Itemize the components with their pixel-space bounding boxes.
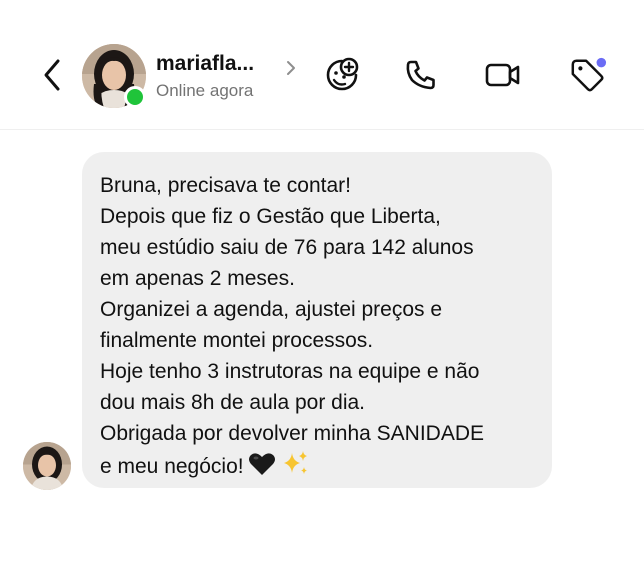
message-line: dou mais 8h de aula por dia. xyxy=(100,391,366,414)
message-line: Obrigada por devolver minha SANIDADE xyxy=(100,422,485,445)
message-line: e meu negócio! xyxy=(100,455,244,478)
chat-header: mariafla... Online agora xyxy=(0,0,644,130)
message-line: Organizei a agenda, ajustei preços e xyxy=(100,298,443,321)
tag-icon xyxy=(571,57,607,92)
message-line: meu estúdio saiu de 76 para 142 alunos xyxy=(100,236,474,259)
back-chevron-icon xyxy=(44,59,60,91)
sparkles-icon xyxy=(283,451,307,474)
video-icon xyxy=(485,63,520,87)
message-line: em apenas 2 meses. xyxy=(100,267,295,290)
tag-button[interactable] xyxy=(569,56,607,94)
face-plus-button[interactable] xyxy=(323,56,361,94)
message-line: finalmente montei processos. xyxy=(100,329,374,352)
call-button[interactable] xyxy=(402,56,440,94)
contact-name[interactable]: mariafla... xyxy=(156,52,254,76)
message-line: Bruna, precisava te contar! xyxy=(100,174,351,197)
online-indicator xyxy=(124,86,146,108)
profile-chevron-icon[interactable] xyxy=(284,58,298,78)
message-line: Depois que fiz o Gestão que Liberta, xyxy=(100,205,441,228)
back-button[interactable] xyxy=(36,55,68,95)
contact-avatar[interactable] xyxy=(82,44,146,108)
online-status: Online agora xyxy=(156,81,254,100)
message-last-line: e meu negócio! xyxy=(100,449,534,482)
message-line: Hoje tenho 3 instrutoras na equipe e não xyxy=(100,360,480,383)
sender-avatar[interactable] xyxy=(23,442,71,490)
black-heart-icon xyxy=(248,453,275,475)
phone-icon xyxy=(406,60,435,90)
video-call-button[interactable] xyxy=(484,56,522,94)
face-plus-icon xyxy=(326,57,359,91)
message-bubble[interactable]: Bruna, precisava te contar! Depois que f… xyxy=(82,152,552,488)
